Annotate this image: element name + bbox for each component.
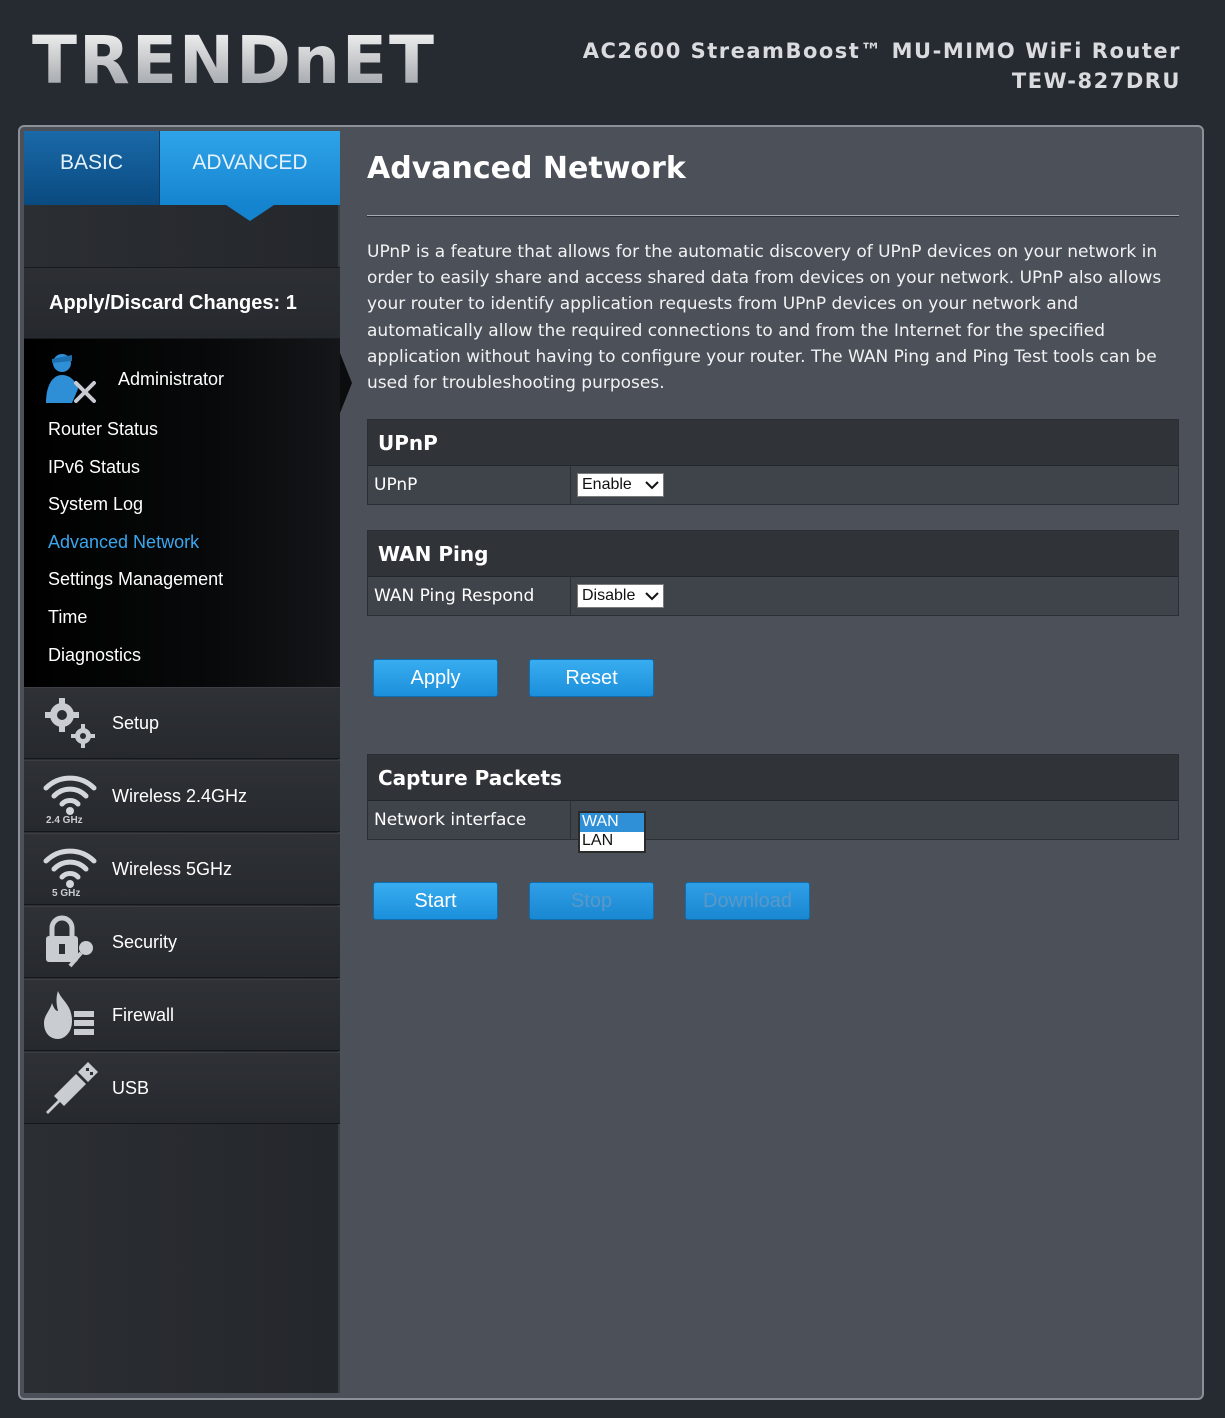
sidebar-item-firewall[interactable]: Firewall	[24, 979, 340, 1051]
administrator-icon	[42, 349, 100, 410]
product-title: AC2600 StreamBoost™ MU-MIMO WiFi Router	[582, 39, 1181, 63]
upnp-heading: UPnP	[368, 420, 1178, 466]
sidebar-item-advanced-network[interactable]: Advanced Network	[48, 530, 223, 568]
wan-ping-select[interactable]: Disable	[577, 584, 664, 608]
product-model: TEW-827DRU	[1011, 69, 1181, 93]
capture-packets-heading: Capture Packets	[368, 755, 1178, 801]
apply-button[interactable]: Apply	[373, 659, 498, 697]
sidebar-item-usb[interactable]: USB	[24, 1052, 340, 1124]
reset-button[interactable]: Reset	[529, 659, 654, 697]
usb-icon	[42, 1060, 98, 1116]
lock-key-icon	[42, 914, 98, 970]
wan-ping-label: WAN Ping Respond	[368, 577, 571, 615]
wan-ping-section: WAN Ping WAN Ping Respond Disable	[367, 530, 1179, 616]
mode-tabs: BASIC ADVANCED	[24, 131, 340, 221]
wan-ping-heading: WAN Ping	[368, 531, 1178, 577]
sidebar-item-administrator[interactable]: Administrator	[42, 347, 224, 411]
wifi-icon: 5 GHz	[42, 841, 98, 899]
apply-discard-changes[interactable]: Apply/Discard Changes: 1	[24, 267, 340, 339]
sidebar: BASIC ADVANCED Apply/Discard Changes: 1 …	[24, 131, 352, 1393]
wan-ping-row: WAN Ping Respond Disable	[368, 577, 1178, 615]
sidebar-item-ipv6-status[interactable]: IPv6 Status	[48, 455, 223, 493]
trendnet-logo: TRENDnET	[32, 22, 437, 99]
upnp-label: UPnP	[368, 466, 571, 504]
chevron-down-icon	[641, 480, 663, 490]
page-description: UPnP is a feature that allows for the au…	[367, 242, 1162, 394]
title-divider	[367, 215, 1179, 217]
wifi-icon: 2.4 GHz	[42, 768, 98, 826]
sidebar-item-label: Security	[112, 931, 178, 952]
tab-basic[interactable]: BASIC	[24, 131, 159, 205]
upnp-select-value: Enable	[582, 476, 632, 493]
sidebar-item-system-log[interactable]: System Log	[48, 492, 223, 530]
sidebar-item-time[interactable]: Time	[48, 605, 223, 643]
firewall-icon	[42, 987, 98, 1043]
sidebar-item-router-status[interactable]: Router Status	[48, 417, 223, 455]
sidebar-item-wireless-24ghz[interactable]: 2.4 GHz Wireless 2.4GHz	[24, 760, 340, 832]
stop-button[interactable]: Stop	[529, 882, 654, 920]
sidebar-item-label: USB	[112, 1077, 150, 1098]
capture-packets-section: Capture Packets Network interface WAN LA…	[367, 754, 1179, 853]
upnp-row: UPnP Enable	[368, 466, 1178, 504]
main-content: Advanced Network UPnP is a feature that …	[367, 131, 1179, 920]
network-interface-listbox[interactable]: WAN LAN	[578, 811, 646, 853]
sidebar-item-settings-management[interactable]: Settings Management	[48, 567, 223, 605]
sidebar-section-administrator: Administrator Router Status IPv6 Status …	[24, 339, 352, 687]
upnp-select[interactable]: Enable	[577, 473, 664, 497]
wifi-band-label: 2.4 GHz	[46, 815, 83, 826]
download-button[interactable]: Download	[685, 882, 810, 920]
sidebar-item-label: Firewall	[112, 1004, 175, 1025]
sidebar-item-label: Administrator	[118, 368, 225, 389]
wifi-band-label: 5 GHz	[52, 888, 81, 899]
listbox-option-wan[interactable]: WAN	[580, 813, 644, 832]
sidebar-item-label: Wireless 2.4GHz	[112, 785, 248, 806]
chevron-down-icon	[641, 591, 663, 601]
sidebar-item-setup[interactable]: Setup	[24, 687, 340, 759]
upnp-section: UPnP UPnP Enable	[367, 419, 1179, 505]
listbox-option-lan[interactable]: LAN	[580, 832, 644, 851]
sidebar-item-diagnostics[interactable]: Diagnostics	[48, 643, 223, 681]
product-name: AC2600 StreamBoost™ MU-MIMO WiFi Router …	[583, 36, 1181, 96]
gears-icon	[42, 695, 98, 751]
sidebar-item-security[interactable]: Security	[24, 906, 340, 978]
network-interface-row: Network interface	[368, 801, 1178, 839]
page-title: Advanced Network	[367, 151, 686, 186]
wan-ping-select-value: Disable	[582, 587, 636, 604]
sidebar-item-wireless-5ghz[interactable]: 5 GHz Wireless 5GHz	[24, 833, 340, 905]
administrator-submenu: Router Status IPv6 Status System Log Adv…	[48, 417, 223, 680]
sidebar-item-label: Setup	[112, 712, 160, 733]
network-interface-label: Network interface	[368, 801, 571, 839]
start-button[interactable]: Start	[373, 882, 498, 920]
tab-advanced[interactable]: ADVANCED	[159, 131, 340, 221]
sidebar-item-label: Wireless 5GHz	[112, 858, 233, 879]
